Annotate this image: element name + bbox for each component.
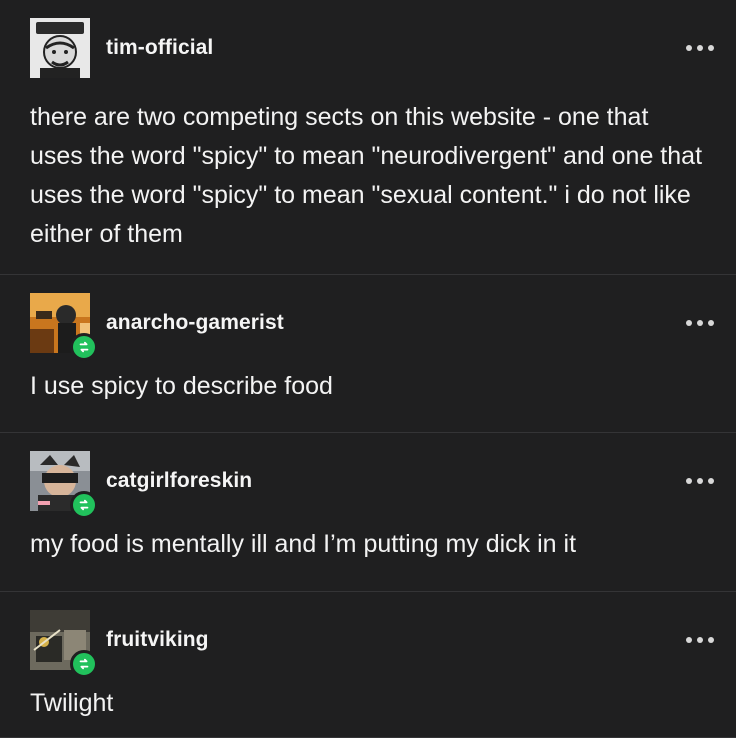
post-3: catgirlforeskin my food is mentally ill …	[0, 433, 736, 592]
avatar-anarcho-gamerist[interactable]	[30, 293, 98, 361]
post-header: anarcho-gamerist	[0, 275, 736, 361]
post-text: I use spicy to describe food	[30, 372, 333, 400]
username[interactable]: tim-official	[106, 36, 213, 60]
post-header: tim-official	[0, 0, 736, 78]
post-text: Twilight	[30, 689, 114, 717]
avatar-image	[30, 18, 90, 78]
avatar-catgirlforeskin[interactable]	[30, 451, 98, 519]
reblog-icon	[70, 333, 98, 361]
post-2: anarcho-gamerist I use spicy to describe…	[0, 275, 736, 433]
more-options-icon[interactable]	[686, 320, 714, 326]
post-header: fruitviking	[0, 592, 736, 678]
reblog-icon	[70, 650, 98, 678]
reblog-icon	[70, 491, 98, 519]
post-header: catgirlforeskin	[0, 433, 736, 519]
more-options-icon[interactable]	[686, 637, 714, 643]
username[interactable]: fruitviking	[106, 628, 209, 652]
post-4: fruitviking Twilight	[0, 592, 736, 738]
post-text: there are two competing sects on this we…	[30, 103, 703, 248]
post-1: tim-official there are two competing sec…	[0, 0, 736, 275]
username[interactable]: anarcho-gamerist	[106, 311, 284, 335]
more-options-icon[interactable]	[686, 45, 714, 51]
avatar-tim-official[interactable]	[30, 18, 90, 78]
post-text: my food is mentally ill and I’m putting …	[30, 530, 577, 558]
more-options-icon[interactable]	[686, 478, 714, 484]
avatar-fruitviking[interactable]	[30, 610, 98, 678]
username[interactable]: catgirlforeskin	[106, 469, 252, 493]
